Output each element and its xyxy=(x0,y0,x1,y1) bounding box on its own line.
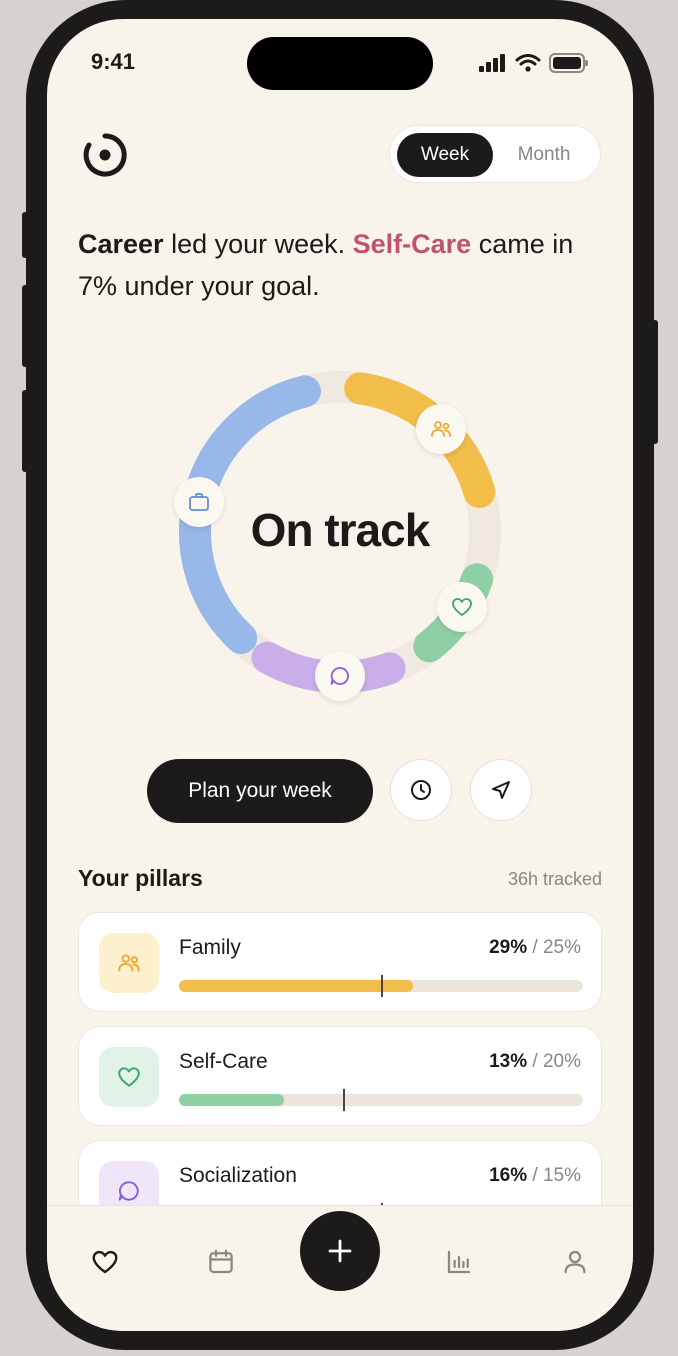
ring-status-label: On track xyxy=(250,504,431,556)
pillar-goal-percent: / 25% xyxy=(532,937,581,958)
ring-self-care-marker xyxy=(437,582,487,632)
headline-highlight: Self-Care xyxy=(352,229,472,259)
user-icon xyxy=(564,1250,586,1274)
ring-career-marker xyxy=(174,477,224,527)
heart-icon xyxy=(118,1067,140,1087)
pillar-name: Socialization xyxy=(179,1164,297,1187)
power-button xyxy=(652,320,658,444)
pillar-percent: 16% / 15% xyxy=(489,1165,581,1187)
clock-icon xyxy=(411,780,431,800)
pillar-card-family[interactable]: Family 29% / 25% xyxy=(78,912,602,1012)
pillar-progress-track xyxy=(179,975,583,997)
tracked-hours-label: 36h tracked xyxy=(507,869,602,889)
tab-profile[interactable] xyxy=(555,1242,595,1282)
pillar-percent: 29% / 25% xyxy=(489,937,581,959)
heart-icon xyxy=(92,1250,118,1274)
signal-icon xyxy=(479,54,505,72)
share-button[interactable] xyxy=(470,759,532,821)
ring-socialization-marker xyxy=(315,651,365,701)
battery-icon xyxy=(549,53,588,73)
pillar-actual-percent: 16% xyxy=(489,1165,528,1186)
pillar-goal-marker xyxy=(342,1089,345,1111)
briefcase-icon xyxy=(189,493,209,511)
pillars-section-title: Your pillars xyxy=(78,865,203,891)
calendar-icon xyxy=(209,1249,233,1274)
heart-icon xyxy=(452,598,472,616)
headline-lead: Career xyxy=(78,229,164,259)
app-logo-icon xyxy=(83,133,127,177)
chat-icon xyxy=(118,1181,139,1201)
tab-stats[interactable] xyxy=(439,1242,479,1282)
status-icons xyxy=(479,53,589,73)
ring-family-marker xyxy=(416,404,466,454)
people-icon xyxy=(118,954,140,972)
pillar-goal-marker xyxy=(381,975,383,997)
pillar-goal-percent: / 20% xyxy=(532,1051,581,1072)
add-entry-button[interactable] xyxy=(300,1211,380,1291)
wifi-icon xyxy=(515,54,541,72)
month-toggle-button[interactable]: Month xyxy=(496,133,592,177)
send-icon xyxy=(492,781,510,799)
mute-switch xyxy=(22,212,28,258)
pillar-progress-fill xyxy=(179,1094,285,1106)
plus-icon xyxy=(328,1239,352,1263)
pillar-percent: 13% / 20% xyxy=(489,1051,581,1073)
week-toggle-button[interactable]: Week xyxy=(397,133,493,177)
status-time: 9:41 xyxy=(91,49,136,74)
volume-up-button xyxy=(22,285,28,367)
history-button[interactable] xyxy=(390,759,452,821)
people-icon xyxy=(431,421,451,437)
plan-your-week-button[interactable]: Plan your week xyxy=(147,759,373,823)
volume-down-button xyxy=(22,390,28,472)
period-toggle: Week Month xyxy=(389,125,601,183)
pillar-actual-percent: 29% xyxy=(489,937,528,958)
pillar-actual-percent: 13% xyxy=(489,1051,528,1072)
bar-chart-icon xyxy=(447,1250,471,1274)
screen: 9:41 Week Month Career led your week. Se… xyxy=(47,19,633,1331)
pillar-card-self-care[interactable]: Self-Care 13% / 20% xyxy=(78,1026,602,1126)
dynamic-island xyxy=(247,37,433,90)
pillar-progress-track xyxy=(179,1089,583,1111)
summary-headline: Career led your week. Self-Care came in … xyxy=(78,223,608,307)
pillar-name: Self-Care xyxy=(179,1050,268,1073)
pillar-progress-fill xyxy=(179,980,414,992)
pillar-name: Family xyxy=(179,936,241,959)
pillar-icon-tile xyxy=(99,933,159,993)
headline-part-1: led your week. xyxy=(163,229,353,259)
chat-icon xyxy=(330,667,349,685)
tab-calendar[interactable] xyxy=(201,1242,241,1282)
pillar-icon-tile xyxy=(99,1047,159,1107)
tab-home[interactable] xyxy=(85,1242,125,1282)
pillar-goal-percent: / 15% xyxy=(532,1165,581,1186)
